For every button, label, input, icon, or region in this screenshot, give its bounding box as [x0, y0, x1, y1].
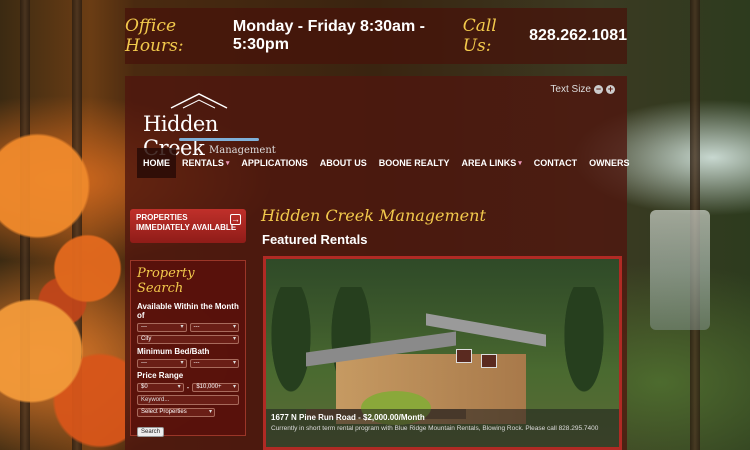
- listing-title[interactable]: 1677 N Pine Run Road - $2,000.00/Month: [271, 413, 614, 422]
- search-title: Property Search: [137, 266, 195, 296]
- search-button[interactable]: Search: [137, 427, 165, 437]
- phone-number[interactable]: 828.262.1081: [529, 27, 627, 45]
- listing-description: Currently in short term rental program w…: [271, 425, 599, 432]
- price-label: Price Range: [137, 371, 184, 380]
- nav-item-home[interactable]: HOME: [137, 148, 176, 178]
- bedbath-label: Minimum Bed/Bath: [137, 347, 210, 356]
- rental-caption: 1677 N Pine Run Road - $2,000.00/Month C…: [266, 409, 619, 447]
- price-min-select[interactable]: $0: [137, 383, 184, 392]
- properties-select[interactable]: Select Properties: [137, 408, 215, 417]
- background-leaves: [0, 120, 125, 450]
- chevron-down-icon: ▾: [518, 160, 522, 167]
- price-separator: -: [186, 383, 190, 392]
- office-hours-bar: Office Hours: Monday - Friday 8:30am - 5…: [125, 8, 627, 64]
- nav-item-rentals[interactable]: RENTALS ▾: [176, 148, 235, 178]
- house-image: [306, 313, 556, 424]
- chevron-down-icon: ▾: [225, 160, 230, 167]
- bath-select[interactable]: ---: [189, 359, 239, 368]
- main-panel: Hidden Creek Management Text Size − + HO…: [125, 76, 630, 450]
- nav-item-area-links[interactable]: AREA LINKS ▾: [456, 148, 528, 178]
- photo-tree: [559, 287, 609, 407]
- month-select[interactable]: ---: [137, 323, 187, 332]
- featured-rental-card[interactable]: 1677 N Pine Run Road - $2,000.00/Month C…: [263, 256, 622, 450]
- rental-photo[interactable]: 1677 N Pine Run Road - $2,000.00/Month C…: [266, 259, 619, 447]
- page-title: Hidden Creek Management: [261, 206, 486, 225]
- background-waterfall: [650, 210, 710, 330]
- house-roof-icon: [170, 93, 228, 109]
- arrow-right-icon: →: [230, 214, 241, 225]
- featured-rentals-heading: Featured Rentals: [262, 232, 368, 247]
- call-label: Call Us:: [462, 16, 497, 56]
- nav-item-contact[interactable]: CONTACT: [528, 148, 583, 178]
- nav-item-owners[interactable]: OWNERS: [583, 148, 636, 178]
- text-size-label: Text Size: [550, 84, 591, 95]
- logo-swoosh: [179, 138, 259, 141]
- bed-select[interactable]: ---: [137, 359, 187, 368]
- properties-available-button[interactable]: PROPERTIES IMMEDIATELY AVAILABLE →: [130, 209, 246, 243]
- price-max-select[interactable]: $10,000+: [192, 383, 240, 392]
- main-nav: HOME RENTALS ▾ APPLICATIONS ABOUT US BOON…: [137, 148, 636, 178]
- property-search-box: Property Search Available Within the Mon…: [130, 260, 246, 437]
- city-select[interactable]: City: [137, 335, 239, 344]
- site-logo[interactable]: Hidden Creek Management: [139, 92, 276, 160]
- cta-label: PROPERTIES IMMEDIATELY AVAILABLE: [136, 213, 237, 232]
- house-window: [481, 354, 497, 368]
- nav-item-about-us[interactable]: ABOUT US: [314, 148, 373, 178]
- year-select[interactable]: ---: [189, 323, 239, 332]
- nav-item-boone-realty[interactable]: BOONE REALTY: [373, 148, 456, 178]
- keyword-input[interactable]: Keyword...: [137, 395, 239, 405]
- hours-value: Monday - Friday 8:30am - 5:30pm: [232, 18, 425, 53]
- hours-label: Office Hours:: [125, 16, 184, 56]
- text-size-increase-icon[interactable]: +: [606, 85, 615, 94]
- house-window: [456, 349, 472, 363]
- text-size-decrease-icon[interactable]: −: [594, 85, 603, 94]
- text-size-control: Text Size − +: [550, 84, 615, 95]
- month-label: Available Within the Month of: [137, 302, 239, 320]
- nav-item-applications[interactable]: APPLICATIONS: [235, 148, 313, 178]
